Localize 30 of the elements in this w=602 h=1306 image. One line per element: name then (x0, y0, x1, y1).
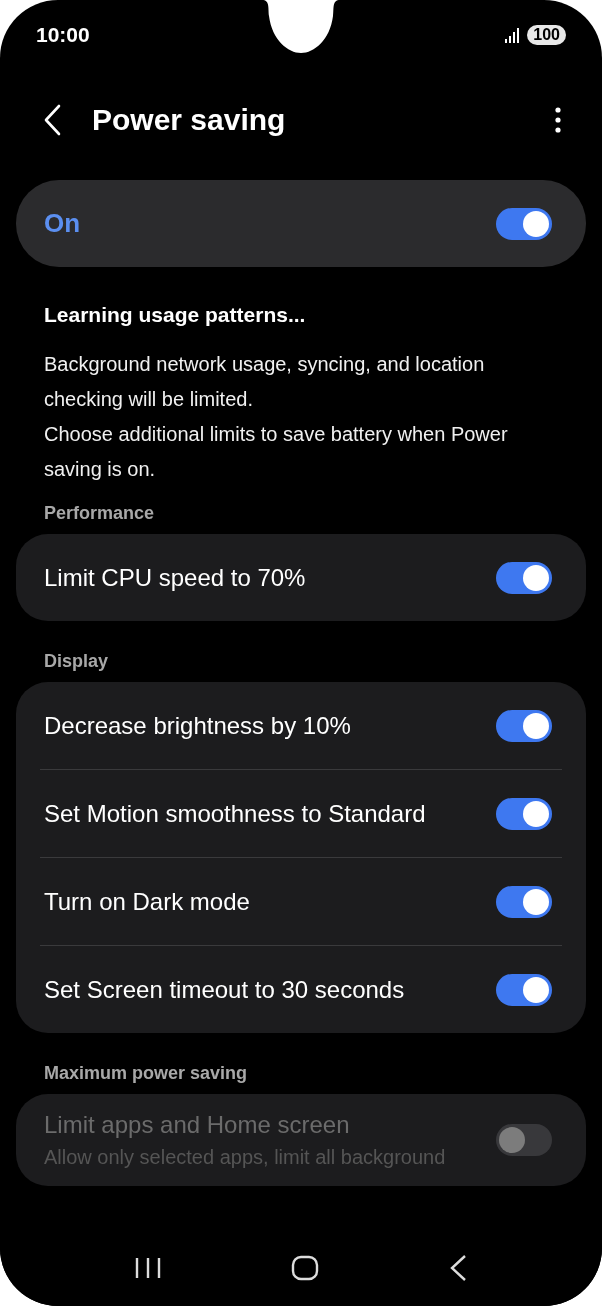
description-text: Background network usage, syncing, and location checking will be limited. (44, 352, 486, 412)
page-title: Power saving (92, 103, 287, 137)
master-switch-label: On (44, 208, 81, 239)
battery-level: 100 (527, 25, 566, 45)
signal-icon (505, 27, 522, 43)
setting-label: Limit apps and Home screen (44, 1110, 351, 1140)
toggle-switch[interactable] (496, 797, 552, 830)
master-switch-card[interactable]: On (16, 180, 586, 267)
more-options-button[interactable] (554, 106, 562, 134)
toggle-switch[interactable] (496, 207, 552, 240)
toggle-switch[interactable] (496, 709, 552, 742)
setting-description: Allow only selected apps, limit all background (44, 1145, 447, 1170)
toggle-switch[interactable] (496, 973, 552, 1006)
back-nav-button[interactable] (449, 1254, 467, 1282)
description-text: Choose additional limits to save battery when Power saving is on. (44, 422, 509, 482)
section-title: Display (44, 651, 110, 672)
toggle-switch[interactable] (496, 885, 552, 918)
recent-apps-button[interactable] (135, 1257, 161, 1279)
toggle-switch[interactable] (496, 561, 552, 594)
section-title: Maximum power saving (44, 1063, 249, 1084)
setting-label: Set Motion smoothness to Standard (44, 798, 427, 829)
setting-label: Set Screen timeout to 30 seconds (44, 974, 406, 1005)
status-title: Learning usage patterns... (44, 303, 307, 327)
back-button[interactable] (42, 104, 62, 136)
setting-label: Decrease brightness by 10% (44, 710, 352, 741)
setting-label: Turn on Dark mode (44, 886, 251, 917)
home-button[interactable] (291, 1255, 319, 1281)
section-title: Performance (44, 503, 156, 524)
setting-label: Limit CPU speed to 70% (44, 562, 307, 593)
status-time: 10:00 (36, 23, 90, 47)
